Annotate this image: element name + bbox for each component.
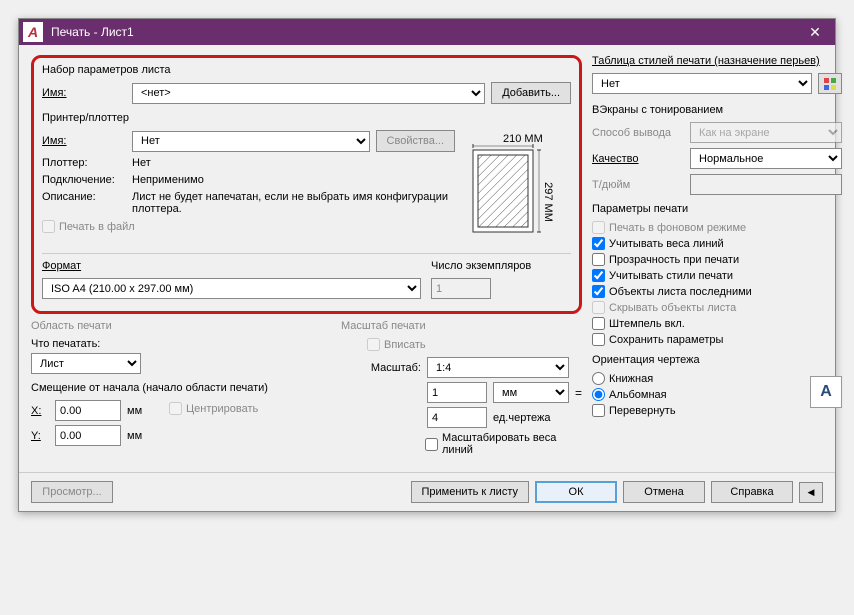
- format-title: Формат: [42, 260, 421, 272]
- opt-save-checkbox[interactable]: [592, 333, 605, 346]
- connection-value: Неприменимо: [132, 174, 204, 186]
- palette-icon: [823, 77, 837, 91]
- print-area-title: Область печати: [31, 320, 331, 332]
- style-table-select[interactable]: Нет: [592, 73, 812, 94]
- quality-label: Качество: [592, 153, 684, 165]
- offset-y-input[interactable]: [55, 425, 121, 446]
- style-table-edit-button[interactable]: [818, 73, 842, 94]
- button-bar: Просмотр... Применить к листу ОК Отмена …: [19, 472, 835, 511]
- app-logo: A: [23, 22, 43, 42]
- orient-flip-checkbox[interactable]: [592, 404, 605, 417]
- opt-hide-label: Скрывать объекты листа: [609, 302, 736, 314]
- window-title: Печать - Лист1: [51, 25, 799, 39]
- offset-x-unit: мм: [127, 405, 151, 417]
- opt-transp-label: Прозрачность при печати: [609, 254, 739, 266]
- chevron-left-icon: ◀: [808, 487, 815, 498]
- apply-button[interactable]: Применить к листу: [411, 481, 530, 503]
- svg-text:210 MM: 210 MM: [503, 133, 543, 145]
- paper-preview: 210 MM 297 MM: [463, 132, 571, 245]
- opt-objlast-checkbox[interactable]: [592, 285, 605, 298]
- opt-weights-checkbox[interactable]: [592, 237, 605, 250]
- opt-stamp-label: Штемпель вкл.: [609, 318, 685, 330]
- offset-y-unit: мм: [127, 430, 151, 442]
- quality-select[interactable]: Нормальное: [690, 148, 842, 169]
- style-table-title: Таблица стилей печати (назначение перьев…: [592, 55, 842, 67]
- printer-name-label: Имя:: [42, 135, 126, 147]
- orient-title: Ориентация чертежа: [592, 354, 842, 366]
- preview-button[interactable]: Просмотр...: [31, 481, 113, 503]
- center-checkbox[interactable]: [169, 402, 182, 415]
- scale-weights-checkbox[interactable]: [425, 438, 438, 451]
- opt-save-label: Сохранить параметры: [609, 334, 723, 346]
- ok-button[interactable]: ОК: [535, 481, 617, 503]
- offset-x-input[interactable]: [55, 400, 121, 421]
- opt-bg-label: Печать в фоновом режиме: [609, 222, 746, 234]
- opt-styles-checkbox[interactable]: [592, 269, 605, 282]
- add-button[interactable]: Добавить...: [491, 82, 571, 104]
- opt-hide-checkbox[interactable]: [592, 301, 605, 314]
- options-title: Параметры печати: [592, 203, 842, 215]
- orient-flip-label: Перевернуть: [609, 405, 676, 417]
- printer-properties-button[interactable]: Свойства...: [376, 130, 455, 152]
- orientation-icon: A: [810, 376, 842, 408]
- plotter-label: Плоттер:: [42, 157, 126, 169]
- connection-label: Подключение:: [42, 174, 126, 186]
- page-setup-name-label: Имя:: [42, 87, 126, 99]
- fit-label: Вписать: [384, 339, 426, 351]
- opt-objlast-label: Объекты листа последними: [609, 286, 752, 298]
- format-select[interactable]: ISO A4 (210.00 x 297.00 мм): [42, 278, 421, 299]
- copies-title: Число экземпляров: [431, 260, 571, 272]
- orient-portrait-radio[interactable]: [592, 372, 605, 385]
- orient-portrait-label: Книжная: [609, 373, 653, 385]
- plotter-value: Нет: [132, 157, 151, 169]
- page-setup-name-select[interactable]: <нет>: [132, 83, 485, 104]
- orient-landscape-label: Альбомная: [609, 389, 667, 401]
- opt-stamp-checkbox[interactable]: [592, 317, 605, 330]
- print-dialog: A Печать - Лист1 ✕ Набор параметров лист…: [18, 18, 836, 512]
- what-print-select[interactable]: Лист: [31, 353, 141, 374]
- scale-select[interactable]: 1:4: [427, 357, 569, 378]
- shade-method-label: Способ вывода: [592, 127, 684, 139]
- page-setup-title: Набор параметров листа: [42, 64, 571, 76]
- scale-label: Масштаб:: [367, 362, 421, 374]
- printer-name-select[interactable]: Нет: [132, 131, 370, 152]
- shade-method-select[interactable]: Как на экране: [690, 122, 842, 143]
- equals-icon: =: [575, 386, 582, 400]
- shade-title: ВЭкраны с тонированием: [592, 104, 842, 116]
- print-to-file-checkbox[interactable]: [42, 220, 55, 233]
- copies-input[interactable]: [431, 278, 491, 299]
- center-label: Центрировать: [186, 403, 258, 415]
- titlebar: A Печать - Лист1 ✕: [19, 19, 835, 45]
- what-print-label: Что печатать:: [31, 338, 331, 350]
- description-value: Лист не будет напечатан, если не выбрать…: [132, 191, 455, 215]
- opt-transp-checkbox[interactable]: [592, 253, 605, 266]
- scale-weights-label: Масштабировать веса линий: [442, 432, 582, 456]
- printer-title: Принтер/плоттер: [42, 112, 571, 124]
- help-button[interactable]: Справка: [711, 481, 793, 503]
- print-to-file-label: Печать в файл: [59, 221, 135, 233]
- scale-denominator-input[interactable]: [427, 407, 487, 428]
- description-label: Описание:: [42, 191, 126, 203]
- opt-styles-label: Учитывать стили печати: [609, 270, 733, 282]
- expand-button[interactable]: ◀: [799, 482, 823, 503]
- scale-unit-select[interactable]: мм: [493, 382, 569, 403]
- opt-weights-label: Учитывать веса линий: [609, 238, 724, 250]
- close-icon[interactable]: ✕: [799, 19, 831, 45]
- dpi-input[interactable]: [690, 174, 842, 195]
- cancel-button[interactable]: Отмена: [623, 481, 705, 503]
- offset-title: Смещение от начала (начало области печат…: [31, 382, 331, 394]
- dpi-label: Т/дюйм: [592, 179, 684, 191]
- orient-landscape-radio[interactable]: [592, 388, 605, 401]
- drawing-units-label: ед.чертежа: [493, 412, 550, 424]
- svg-text:297 MM: 297 MM: [542, 182, 554, 222]
- offset-y-label: Y:: [31, 430, 49, 442]
- scale-numerator-input[interactable]: [427, 382, 487, 403]
- scale-title: Масштаб печати: [341, 320, 582, 332]
- offset-x-label: X:: [31, 405, 49, 417]
- highlight-region: Набор параметров листа Имя: <нет> Добави…: [31, 55, 582, 314]
- opt-bg-checkbox[interactable]: [592, 221, 605, 234]
- fit-checkbox[interactable]: [367, 338, 380, 351]
